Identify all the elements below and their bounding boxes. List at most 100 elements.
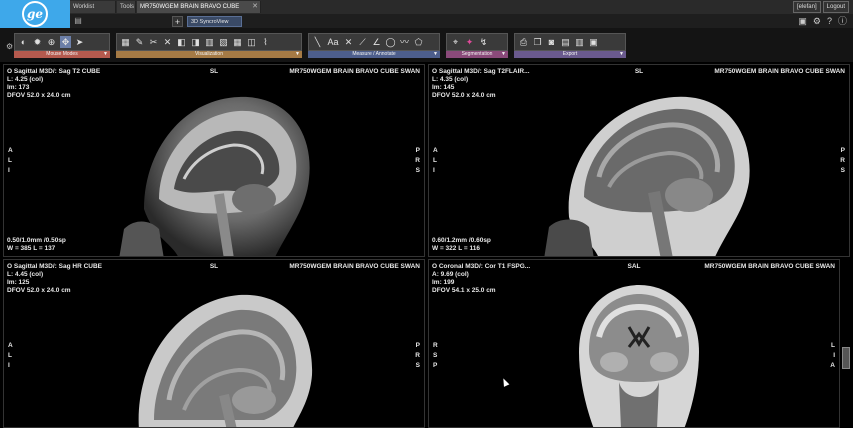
measure-annotate-label[interactable]: Measure / Annotate ▼ (308, 51, 440, 58)
tab-exam[interactable]: MR750WGEM BRAIN BRAVO CUBE SWAN ✕ (137, 1, 261, 22)
viewport-sagittal-t2flair[interactable]: O Sagittal M3D/: Sag T2FLAIR... L: 4.35 … (428, 64, 850, 257)
visualization-tools: ▦ ✎ ✂ ✕ ◧ ◨ ▥ ▧ ▦ ◫ ⌇ (116, 33, 302, 51)
film-icon[interactable]: ▤ (560, 36, 571, 48)
overlay-bottom-left: 0.60/1.2mm /0.60sp W = 322 L = 116 (432, 237, 491, 253)
brush-icon[interactable]: ⌇ (260, 36, 271, 48)
right-orientation-markers: P R S (839, 147, 845, 177)
orientation-mark: L (8, 352, 12, 359)
copy-icon[interactable]: ❐ (532, 36, 543, 48)
report-icon[interactable]: ▥ (574, 36, 585, 48)
group-label: Segmentation (461, 51, 493, 57)
print-icon[interactable]: ⎙ (518, 36, 529, 48)
dfov: DFOV 52.0 x 24.0 cm (7, 92, 71, 99)
left-orientation-markers: R S P (433, 342, 439, 372)
chevron-down-icon[interactable]: ▼ (103, 51, 108, 58)
cube-icon[interactable]: ◧ (176, 36, 187, 48)
gear-icon[interactable]: ⚙ (813, 16, 821, 26)
polygon-roi-icon[interactable]: ⬠ (413, 36, 424, 48)
exam-description: MR750WGEM BRAIN BRAVO CUBE SWAN (704, 263, 835, 270)
layout-icon[interactable]: ▤ (73, 16, 83, 26)
scissors-icon[interactable]: ✂ (148, 36, 159, 48)
close-icon[interactable]: ✕ (252, 1, 258, 13)
angle-icon[interactable]: ∠ (371, 36, 382, 48)
camera-icon[interactable]: ◙ (546, 36, 557, 48)
image-number: Im: 199 (432, 279, 455, 286)
mouse-modes-tools: ◐ ✹ ⊕ ✥ ➤ (14, 33, 110, 51)
measure-annotate-group: ╲ Aa ✕ ⟋ ∠ ◯ 〰 ⬠ Measure / Annotate ▼ (308, 33, 440, 60)
mri-sagittal-flair-image (544, 96, 750, 256)
orientation-mark: P (415, 147, 420, 154)
pencil-icon[interactable]: ✎ (134, 36, 145, 48)
export-group: ⎙ ❐ ◙ ▤ ▥ ▣ Export ▼ (514, 33, 626, 60)
save-icon[interactable]: ▣ (588, 36, 599, 48)
logout-button[interactable]: Logout (822, 1, 849, 13)
cross-measure-icon[interactable]: ✕ (343, 36, 354, 48)
chevron-down-icon[interactable]: ▼ (433, 51, 438, 58)
toolbar: ⚙ ◐ ✹ ⊕ ✥ ➤ Mouse Modes ▼ ▦ ✎ ✂ ✕ ◧ ◨ ▥ … (0, 28, 853, 62)
measure-tools: ╲ Aa ✕ ⟋ ∠ ◯ 〰 ⬠ (308, 33, 440, 51)
exam-description: MR750WGEM BRAIN BRAVO CUBE SWAN (289, 68, 420, 75)
mouse-modes-label[interactable]: Mouse Modes ▼ (14, 51, 110, 58)
tab-3d-syncroview[interactable]: 3D SyncroView (187, 16, 242, 27)
seed-icon[interactable]: ⌖ (450, 36, 461, 48)
pointer-icon[interactable]: ➤ (74, 36, 85, 48)
tab-label: Tools (120, 4, 135, 10)
orientation-mark: I (433, 167, 435, 174)
chevron-down-icon[interactable]: ▼ (501, 51, 506, 58)
reformat-icon[interactable]: ◫ (246, 36, 257, 48)
dfov: DFOV 54.1 x 25.0 cm (432, 287, 496, 294)
freehand-roi-icon[interactable]: 〰 (399, 36, 410, 48)
sheet-icon[interactable]: ▧ (218, 36, 229, 48)
ellipse-roi-icon[interactable]: ◯ (385, 36, 396, 48)
slab-icon[interactable]: ▥ (204, 36, 215, 48)
viewport-sagittal-hr-cube[interactable]: O Sagittal M3D/: Sag HR CUBE L: 4.45 (co… (3, 259, 425, 428)
paint-icon[interactable]: ✦ (464, 36, 475, 48)
add-tab-button[interactable]: + (172, 16, 183, 27)
chevron-down-icon[interactable]: ▼ (295, 51, 300, 58)
viewport-scrollbar[interactable] (842, 347, 850, 369)
grid-icon[interactable]: ▦ (232, 36, 243, 48)
viewport-coronal-t1[interactable]: O Coronal M3D/: Cor T1 FSPG... A: 9.69 (… (428, 259, 840, 428)
volume-icon[interactable]: ◨ (190, 36, 201, 48)
zoom-icon[interactable]: ⊕ (46, 36, 57, 48)
orientation-mark: A (433, 147, 438, 154)
group-label: Measure / Annotate (352, 51, 396, 57)
brightness-icon[interactable]: ✹ (32, 36, 43, 48)
pan-icon[interactable]: ✥ (60, 36, 71, 48)
user-area: [elefan] Logout (792, 1, 849, 13)
segmentation-tools: ⌖ ✦ ↯ (446, 33, 508, 51)
settings-icon[interactable]: ⚙ (6, 42, 13, 51)
monitor-icon[interactable]: ▣ (798, 16, 807, 26)
info-icon[interactable]: ⓘ (838, 16, 847, 26)
orientation-mark: P (433, 362, 438, 369)
slice-location: A: 9.69 (col) (432, 271, 469, 278)
segmentation-label[interactable]: Segmentation ▼ (446, 51, 508, 58)
top-bar: Worklist Browser Tools MR750WGEM BRAIN B… (0, 0, 853, 22)
left-orientation-markers: A L I (8, 147, 14, 177)
dfov: DFOV 52.0 x 24.0 cm (7, 287, 71, 294)
slice-location: L: 4.45 (col) (7, 271, 44, 278)
right-orientation-markers: P R S (414, 147, 420, 177)
layout-icon[interactable]: ▦ (120, 36, 131, 48)
ruler-icon[interactable]: ⟋ (357, 36, 368, 48)
line-icon[interactable]: ╲ (312, 36, 323, 48)
text-annotation-icon[interactable]: Aa (326, 36, 340, 48)
sculpt-icon[interactable]: ↯ (478, 36, 489, 48)
tab-worklist-browser[interactable]: Worklist Browser (70, 1, 116, 22)
cross-icon[interactable]: ✕ (162, 36, 173, 48)
viewport-grid: O Sagittal M3D/: Sag T2 CUBE L: 4.25 (co… (0, 62, 853, 428)
window-level: W = 322 L = 116 (432, 245, 480, 252)
window-level-icon[interactable]: ◐ (18, 36, 29, 48)
orientation-mark: I (8, 167, 10, 174)
group-label: Mouse Modes (46, 51, 78, 57)
visualization-label[interactable]: Visualization ▼ (116, 51, 302, 58)
help-icon[interactable]: ? (827, 16, 832, 26)
viewport-sagittal-t2-cube[interactable]: O Sagittal M3D/: Sag T2 CUBE L: 4.25 (co… (3, 64, 425, 257)
image-number: Im: 145 (432, 84, 455, 91)
export-label[interactable]: Export ▼ (514, 51, 626, 58)
orientation-mark: I (833, 352, 835, 359)
image-number: Im: 173 (7, 84, 30, 91)
chevron-down-icon[interactable]: ▼ (619, 51, 624, 58)
orientation-mark: S (433, 352, 438, 359)
tab-tools[interactable]: Tools (117, 1, 136, 13)
